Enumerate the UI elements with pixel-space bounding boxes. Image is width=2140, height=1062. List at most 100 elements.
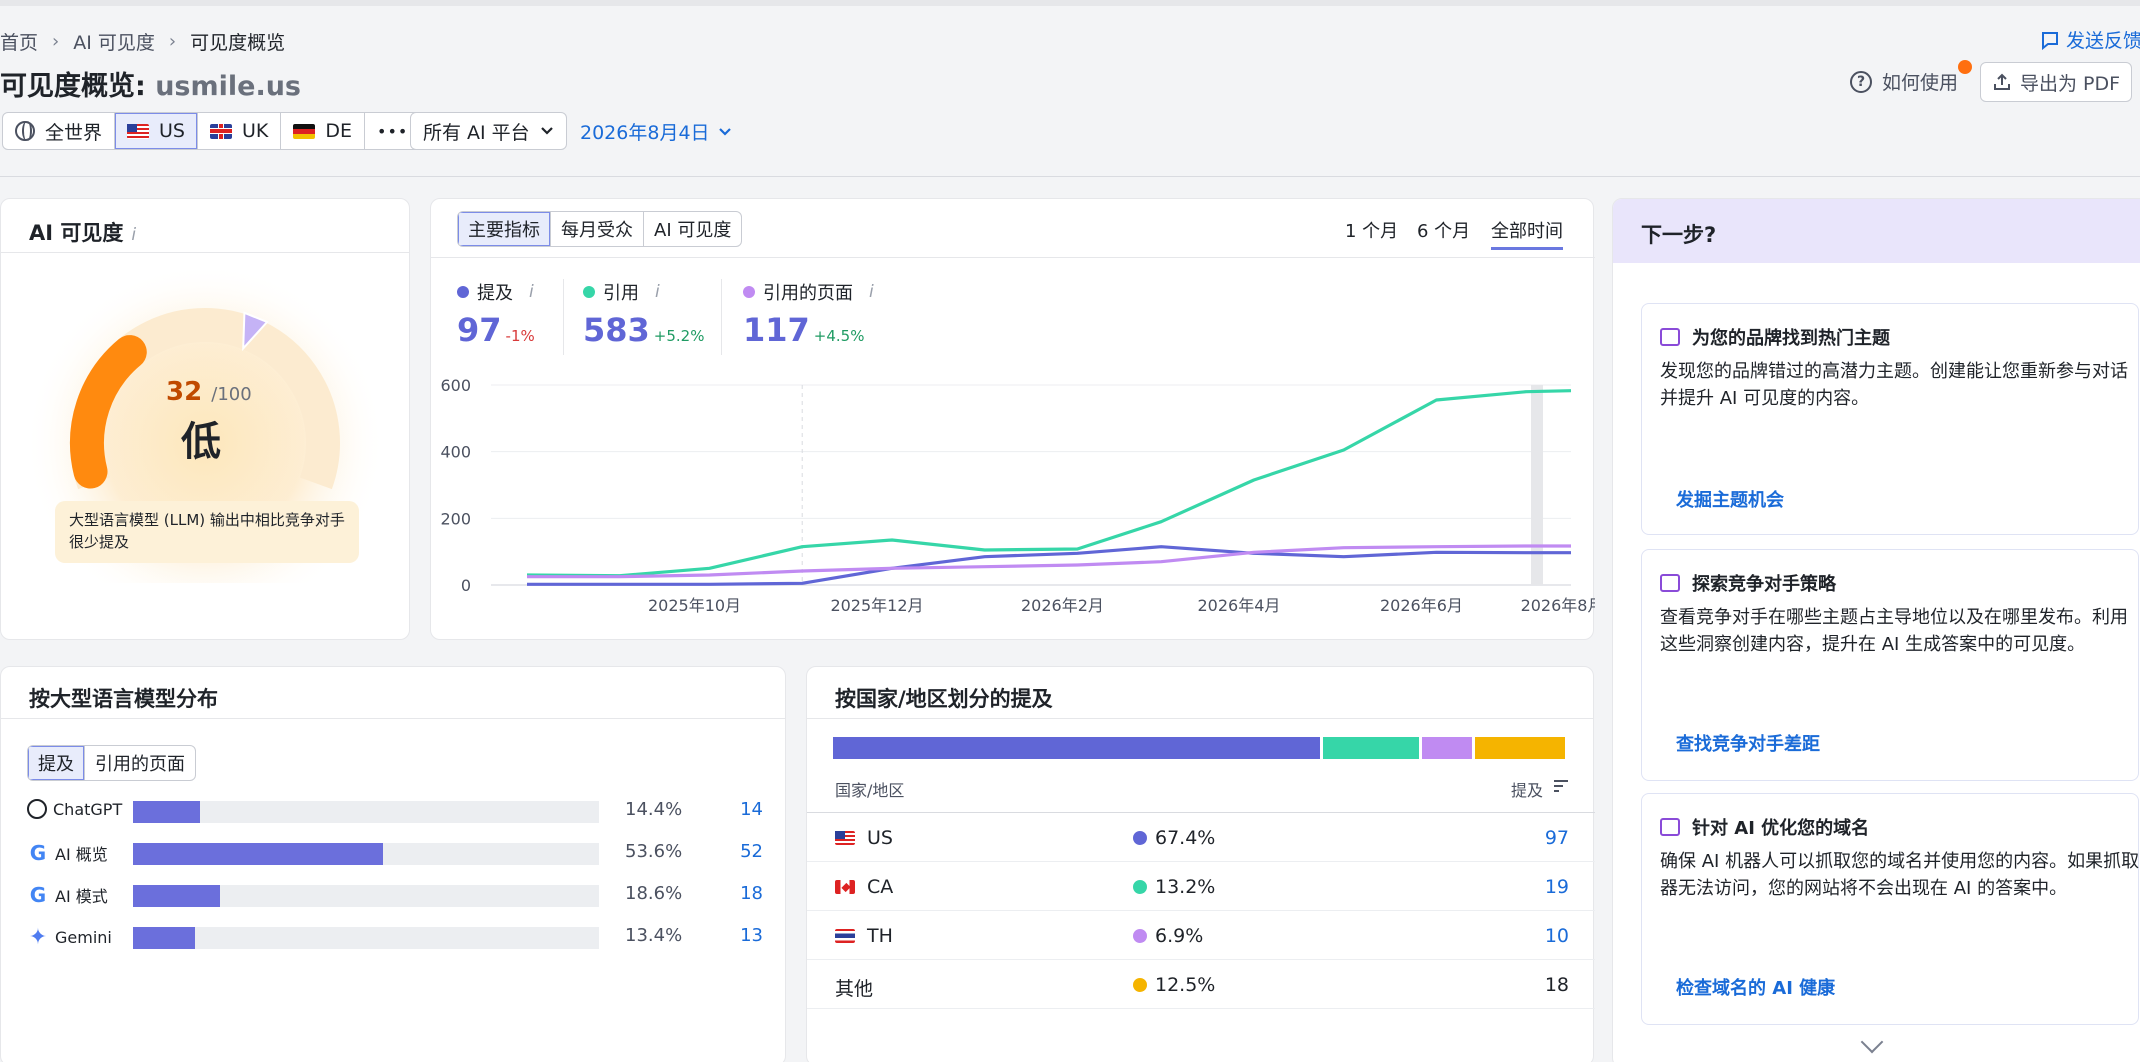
llm-count[interactable]: 52 [740, 841, 763, 862]
llm-tabs: 提及 引用的页面 [27, 745, 196, 781]
country-pct: 13.2% [1155, 876, 1216, 898]
metric-change: -1% [505, 327, 535, 345]
step-title: 为您的品牌找到热门主题 [1692, 328, 1890, 349]
tab-monthly-audience[interactable]: 每月受众 [551, 212, 644, 246]
country-row: CA 13.2% 19 [807, 862, 1595, 911]
country-pct: 6.9% [1155, 925, 1204, 947]
export-pdf-button[interactable]: 导出为 PDF [1980, 62, 2132, 102]
card-title: 下一步? [1641, 223, 1717, 247]
country-count[interactable]: 10 [1545, 925, 1569, 947]
x-tick-label: 2026年6月 [1380, 596, 1463, 615]
country-share-segment [1474, 737, 1565, 759]
country-row: TH 6.9% 10 [807, 911, 1595, 960]
col-country: 国家/地区 [835, 781, 905, 800]
llm-count[interactable]: 13 [740, 925, 763, 946]
info-icon[interactable]: i [529, 282, 534, 302]
trend-line-chart: 0 200 400 600 2025年10月 2025年12月 2026年2月 2026年4月… [440, 376, 1595, 615]
next-steps-card: 下一步? 为您的品牌找到热门主题 发现您的品牌错过的高潜力主题。创建能让您重新参… [1612, 198, 2140, 1062]
region-de[interactable]: DE [281, 113, 365, 149]
x-tick-label: 2026年4月 [1198, 596, 1281, 615]
platform-select[interactable]: 所有 AI 平台 [410, 112, 567, 150]
region-worldwide[interactable]: 全世界 [3, 113, 116, 149]
x-tick-label: 2025年12月 [830, 596, 923, 615]
metric-value: 117 [743, 311, 810, 349]
breadcrumb-home[interactable]: 首页 [0, 28, 38, 55]
llm-pct: 18.6% [625, 883, 683, 904]
country-share-segment [833, 737, 1321, 759]
llm-row: G AI 模式 18.6% 18 [27, 883, 763, 907]
flag-uk-icon [209, 123, 232, 139]
region-us[interactable]: US [115, 113, 198, 149]
llm-name: AI 概览 [55, 845, 108, 864]
llm-bar-track [133, 843, 599, 865]
tab-key-metrics[interactable]: 主要指标 [458, 212, 551, 246]
tab-cited-pages[interactable]: 引用的页面 [85, 746, 195, 780]
step-link[interactable]: 查找竞争对手差距 [1676, 730, 1820, 756]
breadcrumb-ai-visibility[interactable]: AI 可见度 [73, 28, 155, 55]
more-icon: ••• [377, 121, 409, 141]
platform-label: 所有 AI 平台 [423, 121, 530, 144]
tab-ai-visibility[interactable]: AI 可见度 [644, 212, 741, 246]
help-button[interactable]: ? 如何使用 [1850, 60, 1973, 95]
llm-bar-fill [133, 843, 383, 865]
metric-change: +4.5% [813, 327, 865, 345]
metric-citations: 引用 i 583 +5.2% [583, 279, 704, 349]
step-link[interactable]: 检查域名的 AI 健康 [1676, 974, 1835, 1000]
country-pct: 12.5% [1155, 974, 1216, 996]
info-icon[interactable]: i [869, 282, 874, 302]
trend-chart-card: 主要指标 每月受众 AI 可见度 1 个月 6 个月 全部时间 提及 i 97 -1… [430, 198, 1595, 640]
google-icon: G [29, 841, 47, 865]
col-mentions[interactable]: 提及 [1511, 777, 1543, 801]
chevron-right-icon: › [52, 31, 60, 52]
llm-bar-track [133, 801, 599, 823]
flag-us-icon [835, 831, 855, 845]
export-label: 导出为 PDF [2019, 72, 2121, 95]
sort-icon[interactable] [1553, 779, 1569, 793]
card-header: 按国家/地区划分的提及 [807, 667, 1593, 719]
range-6-months[interactable]: 6 个月 [1417, 217, 1470, 243]
tab-mentions[interactable]: 提及 [28, 746, 85, 780]
list-check-icon [1660, 328, 1680, 346]
chatgpt-icon [27, 799, 47, 819]
range-1-month[interactable]: 1 个月 [1345, 217, 1398, 243]
legend-dot [743, 286, 755, 298]
sparkle-frame-icon [1660, 818, 1680, 836]
gauge-score: 32 /100 [166, 377, 252, 407]
metric-cited-pages: 引用的页面 i 117 +4.5% [743, 279, 874, 349]
info-icon[interactable]: i [131, 225, 136, 245]
y-tick-label: 600 [440, 376, 471, 395]
step-link[interactable]: 发掘主题机会 [1676, 486, 1784, 512]
llm-count[interactable]: 18 [740, 883, 763, 904]
card-title: 按国家/地区划分的提及 [835, 687, 1053, 711]
card-title: 按大型语言模型分布 [29, 687, 218, 711]
page-title-domain: usmile.us [155, 71, 302, 102]
country-name: US [867, 827, 893, 849]
info-icon[interactable]: i [655, 282, 660, 302]
legend-dot [1133, 978, 1147, 992]
chevron-right-icon: › [168, 31, 177, 52]
step-desc: 发现您的品牌错过的高潜力主题。创建能让您重新参与对话并提升 AI 可见度的内容。 [1660, 361, 2128, 409]
card-header: 下一步? [1613, 199, 2140, 263]
llm-row: ChatGPT 14.4% 14 [27, 799, 763, 823]
page-title-prefix: 可见度概览: [0, 71, 156, 102]
country-count[interactable]: 19 [1545, 876, 1569, 898]
y-tick-label: 200 [440, 509, 471, 528]
legend-dot [1133, 929, 1147, 943]
country-count[interactable]: 97 [1545, 827, 1569, 849]
date-picker[interactable]: 2026年8月4日 [580, 118, 732, 145]
region-uk[interactable]: UK [198, 113, 282, 149]
llm-distribution-card: 按大型语言模型分布 提及 引用的页面 ChatGPT 14.4% 14 G AI 概览 5… [0, 666, 786, 1062]
llm-name: ChatGPT [53, 799, 123, 819]
card-header: 按大型语言模型分布 [1, 667, 785, 719]
x-tick-label: 2025年10月 [648, 596, 741, 615]
ai-visibility-card: AI 可见度 i 32 /100 低 大型语言模型 (LLM) 输出中相比竞争对手… [0, 198, 410, 640]
country-share-segment [1421, 737, 1472, 759]
step-title: 针对 AI 优化您的域名 [1692, 818, 1870, 839]
feedback-link[interactable]: 发送反馈 [2040, 26, 2140, 53]
search-window-icon [1660, 574, 1680, 592]
country-pct: 67.4% [1155, 827, 1216, 849]
range-all-time[interactable]: 全部时间 [1491, 217, 1563, 250]
llm-name: AI 模式 [55, 887, 108, 906]
x-tick-label: 2026年2月 [1021, 596, 1104, 615]
llm-count[interactable]: 14 [740, 799, 763, 820]
